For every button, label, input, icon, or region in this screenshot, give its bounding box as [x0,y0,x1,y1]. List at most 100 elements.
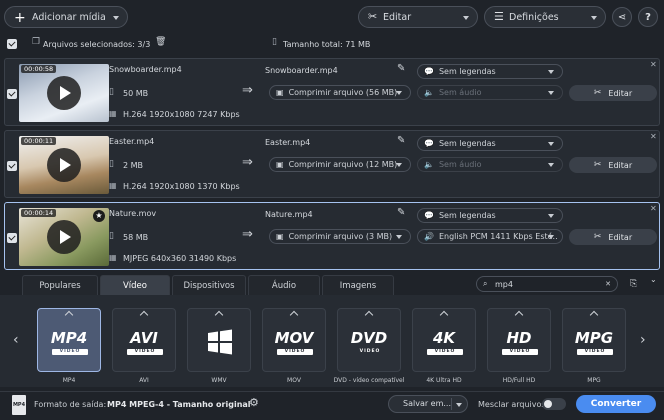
file-checkbox[interactable] [7,89,17,99]
close-icon[interactable]: ✕ [650,60,657,69]
edit-toolbar-button[interactable]: ✂ Editar [358,6,478,28]
format-info-icon[interactable]: ⎘ [630,279,637,289]
toggle-knob [544,400,552,408]
collapse-chevron-icon[interactable]: ⌄ [650,275,657,284]
star-icon[interactable]: ★ [93,210,105,222]
speaker-icon: 🔈 [424,160,434,169]
audio-dropdown[interactable]: 🔈 Sem áudio [417,157,563,172]
audio-label: English PCM 1411 Kbps Esté... [438,232,557,241]
clear-search-icon[interactable]: ✕ [605,280,611,288]
file-checkbox[interactable] [7,161,17,171]
subtitles-dropdown[interactable]: 💬 Sem legendas [417,136,563,151]
select-all-checkbox[interactable] [7,39,17,49]
chevron-down-icon [463,16,469,20]
format-4k[interactable]: 4K VIDEO [412,308,476,372]
format-wmv[interactable] [187,308,251,372]
subtitles-label: Sem legendas [438,67,496,76]
codec-info: H.264 1920x1080 1370 Kbps [123,182,240,191]
chevron-up-icon [364,310,374,320]
format-caption: 4K Ultra HD [426,377,462,384]
format-caption: WMV [211,377,227,384]
file-row[interactable]: 00:00:11 Easter.mp4 ▯ 2 MB ▦ H.264 1920x… [4,130,660,198]
video-thumbnail[interactable]: 00:00:11 [19,136,109,194]
files-icon: ❐ [32,37,41,47]
play-icon[interactable] [47,148,81,182]
close-icon[interactable]: ✕ [650,204,657,213]
add-media-button[interactable]: + Adicionar mídia [4,6,128,28]
compress-icon: ▣ [276,232,284,241]
file-checkbox[interactable] [7,233,17,243]
format-badge: VIDEO [277,349,313,355]
format-dvd[interactable]: DVD VIDEO [337,308,401,372]
audio-dropdown[interactable]: 🔊 English PCM 1411 Kbps Esté... [417,229,563,244]
format-logo: MOV [274,329,314,347]
tab-label: Imagens [339,280,377,291]
film-icon: ▦ [109,181,117,190]
edit-file-button[interactable]: ✂ Editar [569,229,657,245]
scroll-left-icon[interactable]: ‹ [13,332,19,348]
chevron-up-icon [439,310,449,320]
convert-arrow-icon: ⇒ [242,83,253,98]
chevron-up-icon [289,310,299,320]
convert-button[interactable]: Converter [576,395,656,413]
edit-file-label: Editar [608,232,633,242]
tab-audio[interactable]: Áudio [248,275,320,295]
save-to-button[interactable]: Salvar em... [388,395,468,413]
compress-label: Comprimir arquivo (56 MB) [288,88,398,97]
chevron-up-icon [214,310,224,320]
trash-icon[interactable]: 🗑 [155,37,166,47]
format-badge: VIDEO [427,349,463,355]
tab-images[interactable]: Imagens [322,275,394,295]
format-mp4[interactable]: MP4 VIDEO [37,308,101,372]
tab-devices[interactable]: Dispositivos [172,275,246,295]
chevron-up-icon [139,310,149,320]
audio-dropdown[interactable]: 🔈 Sem áudio [417,85,563,100]
merge-files-toggle[interactable] [542,398,566,410]
divider [451,398,452,410]
edit-file-button[interactable]: ✂ Editar [569,157,657,173]
total-size: Tamanho total: 71 MB [283,40,371,49]
format-caption: DVD - vídeo compatível [333,377,405,384]
file-row[interactable]: 00:00:58 Snowboarder.mp4 ▯ 50 MB ▦ H.264… [4,58,660,126]
file-size-icon: ▯ [272,37,277,47]
format-logo: DVD [350,329,388,347]
gear-icon[interactable]: ⚙ [249,396,259,409]
format-mpg[interactable]: MPG VIDEO [562,308,626,372]
audio-label: Sem áudio [438,160,482,169]
pencil-icon[interactable]: ✎ [397,135,405,146]
pencil-icon[interactable]: ✎ [397,63,405,74]
file-name: Nature.mov [109,209,157,218]
tab-label: Áudio [271,280,297,291]
video-thumbnail[interactable]: 00:00:58 [19,64,109,122]
close-icon[interactable]: ✕ [650,132,657,141]
subtitles-dropdown[interactable]: 💬 Sem legendas [417,64,563,79]
windows-logo-icon [207,329,233,355]
format-hd[interactable]: HD VIDEO [487,308,551,372]
video-thumbnail[interactable]: 00:00:14 ★ [19,208,109,266]
compress-dropdown[interactable]: ▣ Comprimir arquivo (12 MB) [269,157,411,172]
compress-dropdown[interactable]: ▣ Comprimir arquivo (3 MB) [269,229,411,244]
scissors-icon: ✂ [593,232,602,242]
format-caption: HD/Full HD [502,377,536,384]
format-search[interactable]: ⌕ mp4 ✕ [476,276,618,292]
compress-icon: ▣ [276,88,284,97]
edit-file-button[interactable]: ✂ Editar [569,85,657,101]
play-icon[interactable] [47,220,81,254]
scroll-right-icon[interactable]: › [640,332,646,348]
format-mov[interactable]: MOV VIDEO [262,308,326,372]
add-media-label: Adicionar mídia [32,12,106,23]
compress-dropdown[interactable]: ▣ Comprimir arquivo (56 MB) [269,85,411,100]
share-button[interactable]: ⋖ [612,7,632,27]
subtitles-icon: 💬 [424,139,434,148]
file-row[interactable]: 00:00:14 ★ Nature.mov ▯ 58 MB ▦ MJPEG 64… [4,202,660,270]
search-input[interactable]: mp4 [495,280,513,289]
settings-button[interactable]: ☰ Definições [484,6,606,28]
format-avi[interactable]: AVI VIDEO [112,308,176,372]
tab-popular[interactable]: Populares [22,275,98,295]
pencil-icon[interactable]: ✎ [397,207,405,218]
film-icon: ▦ [109,109,117,118]
tab-video[interactable]: Vídeo [100,275,170,295]
help-button[interactable]: ? [638,7,658,27]
subtitles-dropdown[interactable]: 💬 Sem legendas [417,208,563,223]
play-icon[interactable] [47,76,81,110]
